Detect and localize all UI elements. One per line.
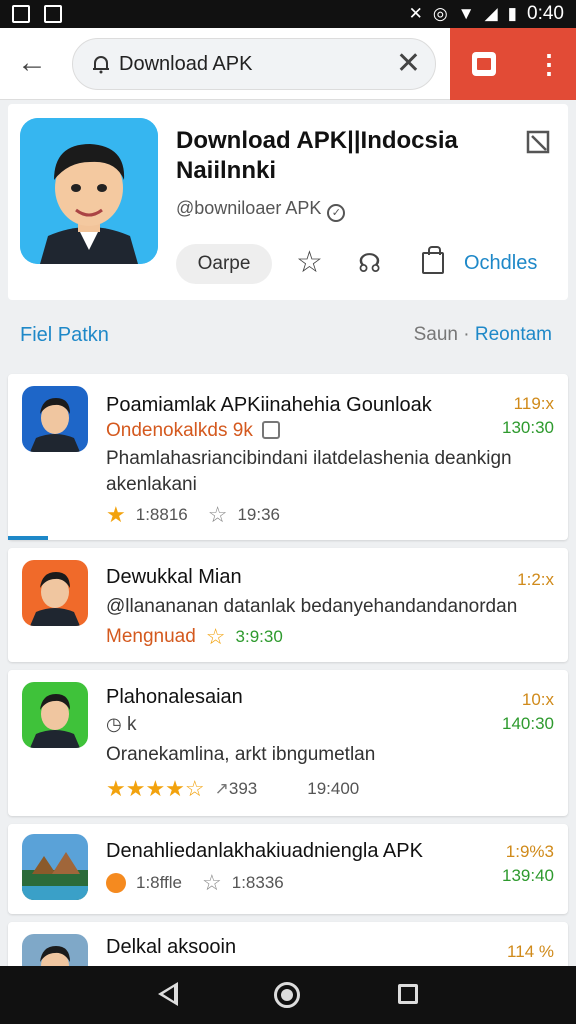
search-input[interactable]: Download APK ✕ xyxy=(72,38,436,90)
star-outline-icon[interactable]: ☆ xyxy=(296,248,323,278)
back-arrow-icon[interactable]: ← xyxy=(14,46,50,82)
search-query: Download APK xyxy=(119,53,253,75)
star-filled-icon: ★★★★ xyxy=(106,776,185,801)
navigation-bar xyxy=(0,966,576,1024)
close-icon[interactable]: ✕ xyxy=(396,49,421,79)
item-meta: 1:2:x xyxy=(517,570,554,589)
item-description: Oranekamlina, arkt ibngumetlan xyxy=(106,744,376,765)
open-external-icon[interactable] xyxy=(524,128,552,156)
section-sort[interactable]: Saun · Reontam xyxy=(414,324,552,346)
status-time: 0:40 xyxy=(527,3,564,24)
list-item[interactable]: Dewukkal Mian @llanananan datanlak bedan… xyxy=(8,548,568,662)
progress-bar xyxy=(8,536,48,540)
app-header-card: Download APK||Indocsia Naiilnnki @bownil… xyxy=(8,104,568,300)
item-rating: ★★★★ ☆ ↗ 393 19:400 xyxy=(106,776,360,801)
nav-home-icon[interactable] xyxy=(274,982,300,1008)
item-title: Plahonalesaian xyxy=(106,686,243,708)
item-subtitle: ◷ k xyxy=(106,714,137,735)
clock-icon: ◷ xyxy=(106,714,122,734)
wifi-icon: ▼ xyxy=(457,4,475,23)
list-item[interactable]: Poamiamlak APKiinahehia Gounloak Ondenok… xyxy=(8,374,568,540)
item-title: Poamiamlak APKiinahehia Gounloak xyxy=(106,394,432,416)
star-half-icon: ☆ xyxy=(184,776,205,801)
item-meta: 1:9%3 139:40 xyxy=(502,842,554,885)
status-bar: ✕ ◎ ▼ ◢ ▮ 0:40 xyxy=(0,0,576,28)
item-title: Dewukkal Mian xyxy=(106,566,242,588)
bell-icon xyxy=(93,56,109,74)
star-outline-icon: ☆ xyxy=(202,870,222,895)
nav-back-icon[interactable] xyxy=(158,982,178,1006)
photo-icon xyxy=(12,5,30,23)
star-filled-icon: ★ xyxy=(106,502,126,527)
alarm-icon: ◎ xyxy=(432,4,448,23)
developer-name: @bowniloaer APK ✓ xyxy=(176,198,346,222)
item-rating: Mengnuad ☆ 3:9:30 xyxy=(106,624,283,649)
item-rating: ★ 1:8816 ☆ 19:36 xyxy=(106,502,281,527)
app-avatar-icon xyxy=(22,560,88,626)
bag-icon[interactable] xyxy=(422,246,444,274)
top-bar: ← Download APK ✕ ⋮ xyxy=(0,28,576,100)
trend-icon: ↗ xyxy=(214,779,229,798)
list-item[interactable]: Plahonalesaian ◷ k Oranekamlina, arkt ib… xyxy=(8,670,568,816)
battery-icon: ▮ xyxy=(507,4,518,23)
item-description: @llanananan datanlak bedanyehandandanord… xyxy=(106,596,518,617)
orange-dot-icon xyxy=(106,873,126,893)
open-button[interactable]: Oarpe xyxy=(176,244,272,284)
app-avatar-icon xyxy=(22,386,88,452)
star-outline-icon: ☆ xyxy=(205,624,226,649)
item-rating: 1:8ffle ☆ 1:8336 xyxy=(106,870,284,896)
item-description: Phamlahasriancibindani ilatdelashenia de… xyxy=(106,448,512,495)
item-meta: 10:x 140:30 xyxy=(502,690,554,733)
item-meta: 119:x 130:30 xyxy=(502,394,554,437)
app-avatar-icon xyxy=(20,118,158,264)
badge-icon xyxy=(262,421,281,439)
image-icon xyxy=(44,5,62,23)
item-meta: 114 % xyxy=(507,942,554,961)
bookmark-icon[interactable] xyxy=(472,52,496,76)
item-subtitle: Ondenokalkds 9k xyxy=(106,420,281,442)
action-area: ⋮ xyxy=(450,28,576,100)
nav-recents-icon[interactable] xyxy=(398,984,418,1004)
app-avatar-icon xyxy=(22,682,88,748)
more-vert-icon[interactable]: ⋮ xyxy=(536,48,562,80)
no-sound-icon: ✕ xyxy=(408,4,423,23)
details-link[interactable]: Ochdles xyxy=(464,252,537,275)
verified-icon: ✓ xyxy=(327,204,346,222)
star-outline-icon: ☆ xyxy=(207,502,228,527)
signal-icon: ◢ xyxy=(484,4,498,23)
section-header: Fiel Patkn Saun · Reontam xyxy=(0,318,576,354)
list-item[interactable]: Denahliedanlakhakiuadniengla APK 1:8ffle… xyxy=(8,824,568,914)
section-title[interactable]: Fiel Patkn xyxy=(20,324,109,347)
item-title: Denahliedanlakhakiuadniengla APK xyxy=(106,840,423,862)
share-icon[interactable]: ☊ xyxy=(358,248,381,278)
resort-image-icon xyxy=(22,834,88,900)
item-title: Delkal aksooin xyxy=(106,936,237,958)
app-title: Download APK||Indocsia Naiilnnki xyxy=(176,127,458,184)
